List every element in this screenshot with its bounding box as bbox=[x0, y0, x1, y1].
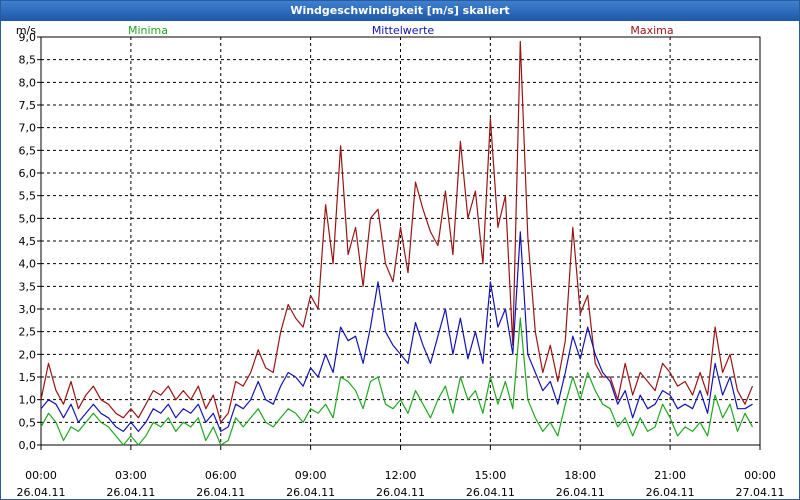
x-tick-time-label: 09:00 bbox=[295, 469, 327, 482]
y-tick-label: 0,5 bbox=[19, 416, 37, 429]
x-tick-date-label: 26.04.11 bbox=[556, 486, 605, 499]
y-tick-label: 1,5 bbox=[19, 371, 37, 384]
y-tick-label: 8,0 bbox=[19, 76, 37, 89]
x-tick-date-label: 26.04.11 bbox=[17, 486, 66, 499]
x-tick-time-label: 03:00 bbox=[115, 469, 147, 482]
y-tick-label: 5,0 bbox=[19, 212, 37, 225]
y-tick-label: 6,5 bbox=[19, 144, 37, 157]
chart-window: Windgeschwindigkeit [m/s] skaliert 0,0 0,… bbox=[0, 0, 800, 500]
y-tick-label: 1,0 bbox=[19, 394, 37, 407]
y-tick-label: 7,5 bbox=[19, 99, 37, 112]
x-tick-time-label: 00:00 bbox=[744, 469, 776, 482]
legend-maxima: Maxima bbox=[630, 24, 673, 37]
x-tick-date-label: 26.04.11 bbox=[196, 486, 245, 499]
x-tick-time-label: 18:00 bbox=[564, 469, 596, 482]
chart-title: Windgeschwindigkeit [m/s] skaliert bbox=[1, 1, 799, 21]
y-tick-label: 3,0 bbox=[19, 303, 37, 316]
x-tick-date-label: 26.04.11 bbox=[286, 486, 335, 499]
chart-canvas: 0,0 0,5 1,0 1,5 2,0 2,5 3,0 3,5 4,0 4,5 5,0 5,5 6,0 6… bbox=[16, 24, 785, 499]
x-tick-time-label: 06:00 bbox=[205, 469, 237, 482]
x-tick-time-label: 00:00 bbox=[25, 469, 57, 482]
x-tick-time-label: 12:00 bbox=[385, 469, 417, 482]
x-tick-date-label: 26.04.11 bbox=[466, 486, 515, 499]
y-tick-label: 3,5 bbox=[19, 280, 37, 293]
y-tick-label: 6,0 bbox=[19, 167, 37, 180]
y-tick-label: 7,0 bbox=[19, 122, 37, 135]
legend-mittelwerte: Mittelwerte bbox=[372, 24, 435, 37]
y-tick-label: 0,0 bbox=[19, 439, 37, 452]
y-tick-label: 8,5 bbox=[19, 54, 37, 67]
x-tick-date-label: 26.04.11 bbox=[646, 486, 695, 499]
y-axis-label: m/s bbox=[16, 24, 36, 37]
y-tick-label: 5,5 bbox=[19, 190, 37, 203]
y-tick-label: 4,0 bbox=[19, 258, 37, 271]
y-tick-label: 4,5 bbox=[19, 235, 37, 248]
legend-minima: Minima bbox=[128, 24, 168, 37]
x-tick-date-label: 26.04.11 bbox=[106, 486, 155, 499]
y-tick-label: 2,0 bbox=[19, 348, 37, 361]
x-tick-time-label: 15:00 bbox=[475, 469, 507, 482]
x-tick-date-label: 26.04.11 bbox=[376, 486, 425, 499]
x-tick-time-label: 21:00 bbox=[654, 469, 686, 482]
y-tick-label: 2,5 bbox=[19, 326, 37, 339]
x-tick-date-label: 27.04.11 bbox=[736, 486, 785, 499]
